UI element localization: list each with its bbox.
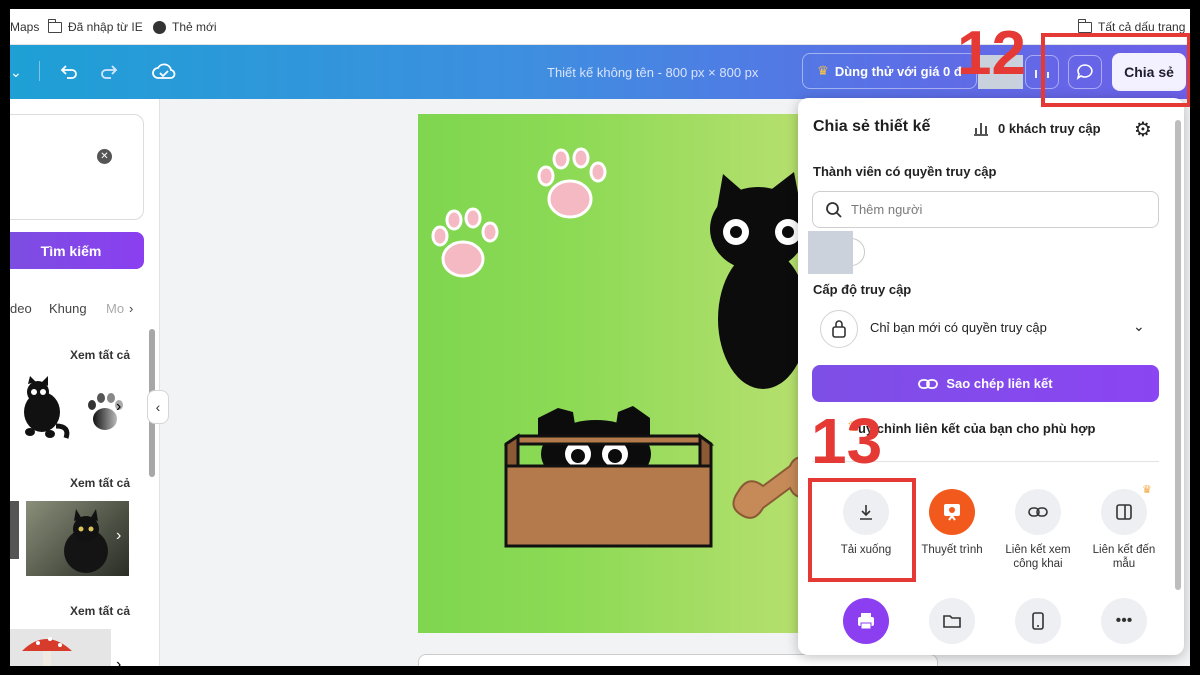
bookmark-all[interactable]: Tất cả dấu trang	[1077, 18, 1185, 34]
undo-icon[interactable]	[59, 62, 79, 82]
lock-icon	[820, 310, 858, 348]
share-panel: Chia sẻ thiết kế 0 khách truy cập ⚙ Thàn…	[798, 98, 1184, 655]
see-all-link[interactable]: Xem tất cả	[70, 348, 130, 362]
folder-icon[interactable]	[929, 598, 975, 644]
cat-photo	[64, 509, 108, 573]
folder-icon	[1077, 18, 1092, 33]
tab-more[interactable]: Mo	[106, 301, 124, 316]
trial-button[interactable]: ♛ Dùng thử với giá 0 đ	[802, 53, 977, 89]
canvas-artwork	[431, 147, 812, 548]
access-level-label: Cấp độ truy cập	[813, 282, 912, 297]
public-view-link-option[interactable]: Liên kết xem công khai	[998, 489, 1078, 571]
tab-frames[interactable]: Khung	[49, 301, 87, 316]
browser-frame: Maps Đã nhập từ IE Thẻ mới Tất cả dấu tr…	[10, 9, 1190, 666]
chevron-down-icon[interactable]: ⌄	[1133, 318, 1145, 335]
present-option[interactable]: Thuyết trình	[912, 489, 992, 557]
tab-video[interactable]: deo	[10, 301, 32, 316]
document-title[interactable]: Thiết kế không tên - 800 px × 800 px	[547, 65, 758, 80]
more-icon[interactable]: •••	[1101, 598, 1147, 644]
members-label: Thành viên có quyền truy cập	[813, 164, 997, 179]
redo-icon[interactable]	[99, 62, 119, 82]
left-panel: ✕ Tìm kiếm deo Khung Mo › Xem tất cả › X…	[10, 99, 169, 666]
paw-print-2	[537, 147, 607, 219]
photo-thumb[interactable]	[10, 501, 19, 559]
chevron-right-icon[interactable]: ›	[129, 301, 133, 316]
template-icon	[1101, 489, 1147, 535]
access-level-select[interactable]: Chỉ bạn mới có quyền truy cập	[870, 320, 1047, 335]
bookmark-imported-ie[interactable]: Đã nhập từ IE	[47, 18, 143, 34]
chevron-left-icon: ‹	[155, 399, 161, 415]
template-link-option[interactable]: Liên kết đến mẫu ♛	[1084, 484, 1164, 571]
search-input[interactable]: ✕	[10, 114, 144, 220]
paw-print-1	[431, 207, 499, 278]
globe-icon	[153, 20, 166, 34]
present-icon	[929, 489, 975, 535]
share-button[interactable]: Chia sẻ	[1112, 53, 1186, 91]
cloud-saved-icon[interactable]	[152, 61, 176, 83]
share-panel-scrollbar[interactable]	[1175, 120, 1181, 590]
box-with-cat	[503, 406, 715, 548]
standing-cat	[710, 172, 808, 389]
share-panel-title: Chia sẻ thiết kế	[813, 118, 931, 135]
add-people-input[interactable]: Thêm người	[812, 191, 1159, 228]
bookmark-maps[interactable]: Maps	[10, 20, 39, 34]
design-canvas[interactable]	[418, 114, 812, 633]
download-icon	[843, 489, 889, 535]
step-number-13: 13	[811, 405, 883, 477]
chevron-right-icon[interactable]: ›	[116, 527, 121, 545]
cat-photo-thumb[interactable]	[26, 501, 129, 576]
comment-icon	[1076, 64, 1093, 80]
page-controls-bar[interactable]	[418, 654, 938, 666]
mobile-icon[interactable]	[1015, 598, 1061, 644]
redacted-avatar	[808, 231, 853, 274]
clear-icon[interactable]: ✕	[97, 149, 112, 164]
gear-icon[interactable]: ⚙	[1134, 117, 1152, 142]
visitors-count[interactable]: 0 khách truy cập	[972, 120, 1101, 136]
step-number-12: 12	[957, 19, 1026, 88]
collapse-panel-button[interactable]: ‹	[147, 390, 169, 424]
customize-link-text[interactable]: uy chỉnh liên kết của bạn cho phù hợp	[858, 421, 1096, 436]
divider	[39, 61, 40, 81]
printer-icon[interactable]	[843, 598, 889, 644]
chevron-down-icon[interactable]: ⌄	[10, 64, 22, 81]
folder-icon	[47, 18, 62, 33]
link-icon	[1015, 489, 1061, 535]
crown-icon: ♛	[817, 63, 829, 78]
search-icon	[826, 201, 842, 218]
search-button[interactable]: Tìm kiếm	[10, 232, 144, 269]
link-icon	[918, 378, 939, 389]
chevron-right-icon[interactable]: ›	[116, 656, 121, 666]
crown-icon: ♛	[1142, 484, 1152, 496]
mushroom-thumb[interactable]	[10, 629, 111, 666]
stats-button[interactable]	[1025, 55, 1059, 89]
copy-link-button[interactable]: Sao chép liên kết	[812, 365, 1159, 402]
download-option[interactable]: Tải xuống	[826, 489, 906, 557]
stats-icon	[1035, 66, 1049, 78]
bookmark-new-tab[interactable]: Thẻ mới	[153, 20, 217, 34]
stats-icon	[974, 123, 988, 136]
see-all-link[interactable]: Xem tất cả	[70, 476, 130, 490]
mushroom-image	[22, 637, 72, 666]
chevron-right-icon[interactable]: ›	[116, 398, 121, 416]
comment-button[interactable]	[1068, 55, 1102, 89]
see-all-link[interactable]: Xem tất cả	[70, 604, 130, 618]
cat-sticker[interactable]	[16, 374, 76, 450]
